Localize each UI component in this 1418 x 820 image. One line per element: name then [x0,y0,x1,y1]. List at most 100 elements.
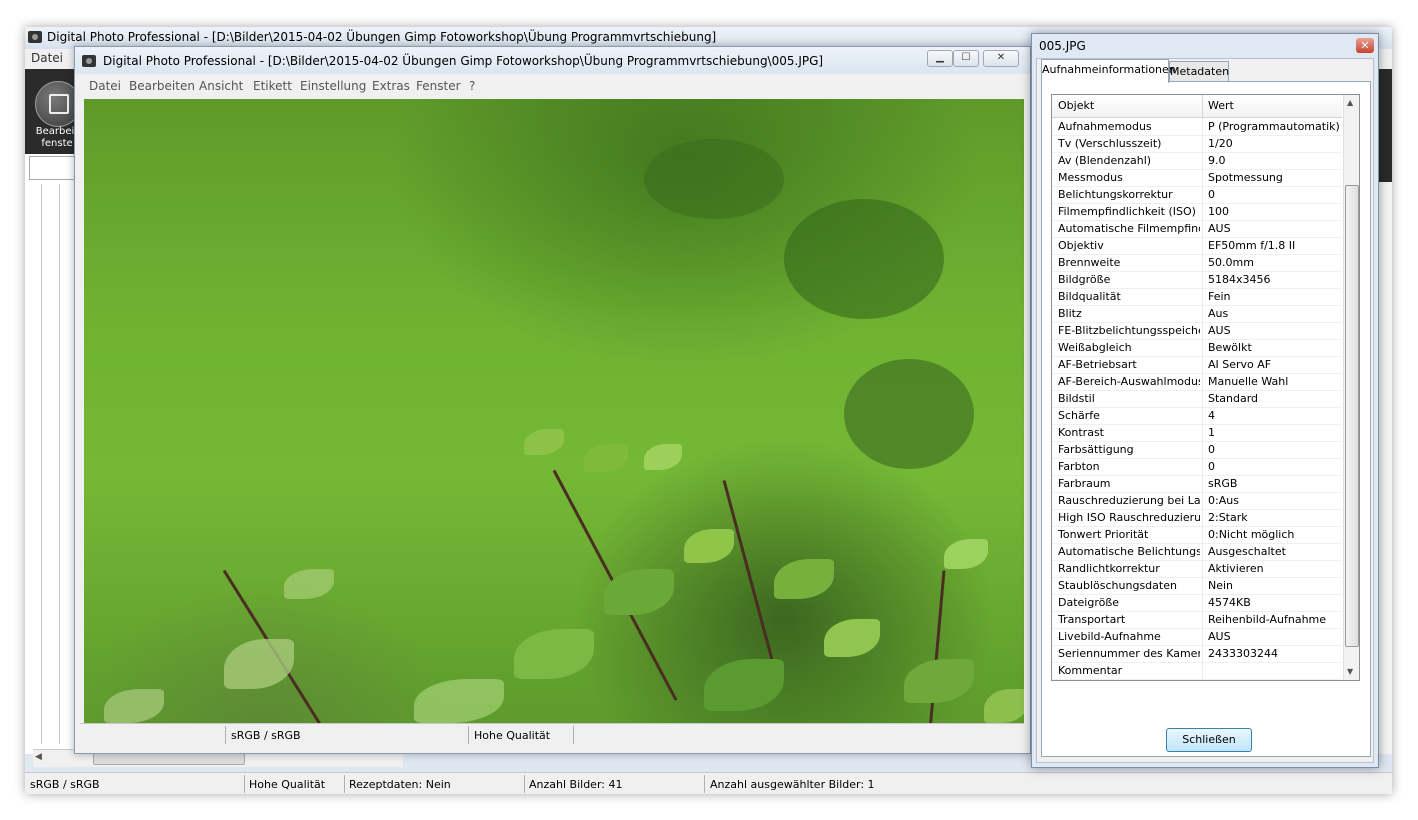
table-row[interactable]: Bildstil Standard [1052,390,1342,408]
table-row[interactable]: Bildqualität Fein [1052,288,1342,306]
scroll-up-icon[interactable]: ▲ [1347,98,1353,107]
divider [1202,509,1203,526]
table-row[interactable]: Farbraum sRGB [1052,475,1342,493]
table-row[interactable]: Farbton 0 [1052,458,1342,476]
table-row[interactable]: Randlichtkorrektur Aktivieren [1052,560,1342,578]
divider [1202,373,1203,390]
table-row[interactable]: FE-Blitzbelichtungsspeicher... AUS [1052,322,1342,340]
menu-label[interactable]: Etikett [253,79,292,93]
column-header-value[interactable]: Wert [1208,99,1234,112]
photo-view[interactable] [84,99,1024,723]
menu-settings[interactable]: Einstellung [300,79,366,93]
divider [344,775,345,793]
table-row[interactable]: Av (Blendenzahl) 9.0 [1052,152,1342,170]
menu-edit[interactable]: Bearbeiten [129,79,195,93]
leaf [904,659,974,703]
table-row[interactable]: Staublöschungsdaten Nein [1052,577,1342,595]
table-row[interactable]: Tv (Verschlusszeit) 1/20 [1052,135,1342,153]
table-row[interactable]: Farbsättigung 0 [1052,441,1342,459]
table-row[interactable]: Kommentar [1052,662,1342,680]
table-row[interactable]: Belichtungskorrektur 0 [1052,186,1342,204]
menu-help[interactable]: ? [469,79,475,93]
row-value: 0 [1208,188,1215,201]
close-icon[interactable]: ✕ [1356,38,1374,53]
scroll-thumb[interactable] [1345,185,1359,647]
row-value: AI Servo AF [1208,358,1272,371]
table-row[interactable]: Filmempfindlichkeit (ISO) 100 [1052,203,1342,221]
menu-file[interactable]: Datei [89,79,121,93]
table-row[interactable]: Aufnahmemodus P (Programmautomatik) [1052,118,1342,136]
row-value: Spotmessung [1208,171,1283,184]
leaf [104,689,164,723]
vertical-scrollbar[interactable]: ▲ ▼ [1343,95,1359,680]
table-row[interactable]: Transportart Reihenbild-Aufnahme [1052,611,1342,629]
row-value: 0 [1208,460,1215,473]
table-row[interactable]: AF-Bereich-Auswahlmodus Manuelle Wahl [1052,373,1342,391]
divider [1202,203,1203,220]
image-status-color-space: sRGB / sRGB [231,729,301,742]
image-title-bar[interactable]: Digital Photo Professional - [D:\Bilder\… [75,47,1030,74]
row-object: Brennweite [1058,256,1121,269]
table-row[interactable]: Blitz Aus [1052,305,1342,323]
table-row[interactable]: Automatische Filmempfindli... AUS [1052,220,1342,238]
dialog-title: 005.JPG [1039,39,1086,53]
table-row[interactable]: AF-Betriebsart AI Servo AF [1052,356,1342,374]
divider [1202,543,1203,560]
divider [1202,169,1203,186]
main-menu-file[interactable]: Datei [31,51,63,65]
row-value: AUS [1208,324,1231,337]
tree-foliage [784,199,944,319]
tab-metadata[interactable]: Metadaten [1169,61,1229,82]
table-row[interactable]: Automatische Belichtungso... Ausgeschalte… [1052,543,1342,561]
menu-extras[interactable]: Extras [372,79,410,93]
row-object: AF-Bereich-Auswahlmodus [1058,375,1200,388]
row-value: Standard [1208,392,1259,405]
table-row[interactable]: Tonwert Priorität 0:Nicht möglich [1052,526,1342,544]
divider [1202,628,1203,645]
row-object: Av (Blendenzahl) [1058,154,1152,167]
table-row[interactable]: Messmodus Spotmessung [1052,169,1342,187]
scroll-thumb[interactable] [93,753,245,765]
menu-window[interactable]: Fenster [416,79,461,93]
table-row[interactable]: Objektiv EF50mm f/1.8 II [1052,237,1342,255]
right-toolbar-edge [1377,154,1392,182]
close-window-button[interactable]: ✕ [983,50,1019,67]
edit-icon [49,94,69,114]
table-row[interactable]: Kontrast 1 [1052,424,1342,442]
shooting-info-dialog: 005.JPG ✕ Aufnahmeinformationen Metadate… [1031,33,1379,768]
minimize-button[interactable]: ▁ [927,50,953,67]
row-object: Transportart [1058,613,1126,626]
image-window-title: Digital Photo Professional - [D:\Bilder\… [103,54,824,68]
row-value: AUS [1208,630,1231,643]
table-row[interactable]: High ISO Rauschreduzierung 2:Stark [1052,509,1342,527]
divider [1202,322,1203,339]
table-row[interactable]: Rauschreduzierung bei Lan... 0:Aus [1052,492,1342,510]
close-dialog-button[interactable]: Schließen [1166,728,1252,752]
leaf [604,569,674,615]
table-row[interactable]: Bildgröße 5184x3456 [1052,271,1342,289]
column-header-object[interactable]: Objekt [1058,99,1094,112]
row-object: Staublöschungsdaten [1058,579,1177,592]
image-window: Digital Photo Professional - [D:\Bilder\… [74,46,1031,754]
tab-shooting-info[interactable]: Aufnahmeinformationen [1041,59,1176,83]
info-table[interactable]: Objekt Wert Aufnahmemodus P (Programmauto… [1051,94,1360,681]
table-row[interactable]: Weißabgleich Bewölkt [1052,339,1342,357]
image-status-bar: sRGB / sRGB Hohe Qualität [80,723,1024,748]
row-value: 5184x3456 [1208,273,1271,286]
leaf [684,529,734,563]
leaf [824,619,880,657]
row-object: Weißabgleich [1058,341,1132,354]
table-row[interactable]: Brennweite 50.0mm [1052,254,1342,272]
table-row[interactable]: Dateigröße 4574KB [1052,594,1342,612]
menu-view[interactable]: Ansicht [199,79,243,93]
image-menubar: Datei Bearbeiten Ansicht Etikett Einstel… [75,74,1030,96]
maximize-button[interactable]: ☐ [953,50,979,67]
table-row[interactable]: Schärfe 4 [1052,407,1342,425]
divider [1202,526,1203,543]
table-row[interactable]: Seriennummer des Kamera... 2433303244 [1052,645,1342,663]
row-object: FE-Blitzbelichtungsspeicher... [1058,324,1200,337]
scroll-left-icon[interactable]: ◀ [35,752,42,762]
divider [524,775,525,793]
table-row[interactable]: Livebild-Aufnahme AUS [1052,628,1342,646]
scroll-down-icon[interactable]: ▼ [1347,667,1353,676]
